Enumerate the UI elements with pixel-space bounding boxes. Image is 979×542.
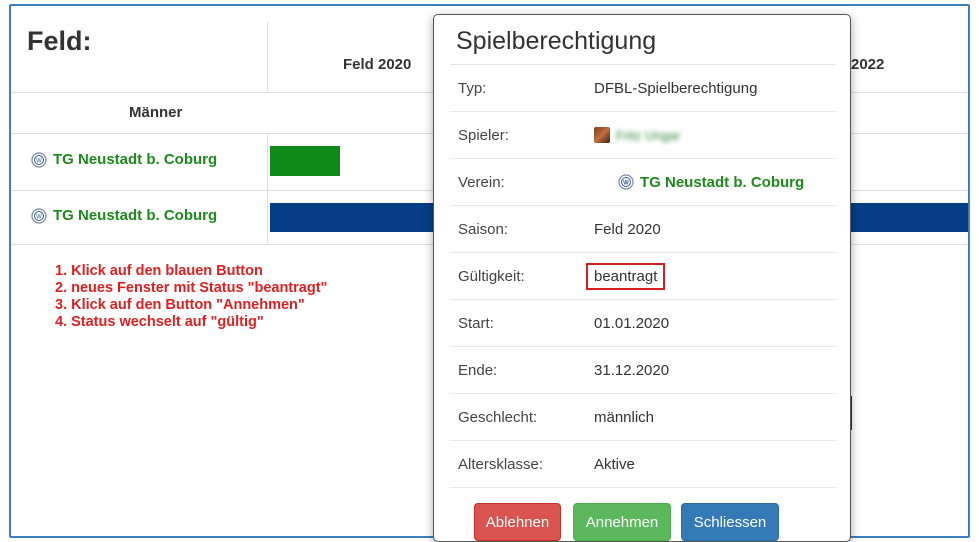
field-row-validity: Gültigkeit: beantragt <box>450 253 836 300</box>
field-value-start: 01.01.2020 <box>594 314 670 332</box>
field-row-age-class: Altersklasse: Aktive <box>450 441 836 488</box>
field-value-validity: beantragt <box>586 262 666 290</box>
field-value-type: DFBL-Spielberechtigung <box>594 79 758 97</box>
field-row-player: Spieler: Fritz Ungar <box>450 112 836 159</box>
column-divider <box>267 133 268 244</box>
instruction-list: 1. Klick auf den blauen Button 2. neues … <box>55 263 327 331</box>
column-divider <box>267 22 268 92</box>
field-label: Verein: <box>458 173 505 191</box>
status-badge: beantragt <box>586 262 666 290</box>
instruction-step-3: 3. Klick auf den Button "Annehmen" <box>55 297 305 313</box>
field-label: Spieler: <box>458 126 509 144</box>
season-header-2022: 2022 <box>851 56 885 73</box>
field-label: Typ: <box>458 79 487 97</box>
field-value-end: 31.12.2020 <box>594 361 670 379</box>
svg-text:W: W <box>623 181 629 187</box>
field-row-end: Ende: 31.12.2020 <box>450 347 836 394</box>
field-label: Altersklasse: <box>458 455 544 473</box>
club-name-link[interactable]: TG Neustadt b. Coburg <box>53 207 217 224</box>
field-row-club: Verein: W TG Neustadt b. Coburg <box>450 159 836 206</box>
club-name-link[interactable]: TG Neustadt b. Coburg <box>53 151 217 168</box>
gender-header: Männer <box>129 104 183 121</box>
field-value-player: Fritz Ungar <box>594 127 680 143</box>
field-row-gender: Geschlecht: männlich <box>450 394 836 441</box>
club-row-1: W TG Neustadt b. Coburg <box>31 151 217 168</box>
instruction-step-4: 4. Status wechselt auf "gültig" <box>55 314 264 330</box>
instruction-step-2: 2. neues Fenster mit Status "beantragt" <box>55 280 328 296</box>
avatar-icon <box>594 127 610 143</box>
field-label: Geschlecht: <box>458 408 538 426</box>
season-header-2020: Feld 2020 <box>343 56 412 73</box>
modal-title: Spielberechtigung <box>456 27 657 55</box>
svg-text:W: W <box>36 158 42 164</box>
close-button[interactable]: Schliessen <box>681 503 779 541</box>
field-value-age-class: Aktive <box>594 455 635 473</box>
club-crest-icon: W <box>618 174 634 190</box>
reject-button[interactable]: Ablehnen <box>474 503 561 541</box>
field-label: Saison: <box>458 220 509 238</box>
field-row-start: Start: 01.01.2020 <box>450 300 836 347</box>
eligibility-bar-green[interactable] <box>270 146 340 176</box>
field-row-type: Typ: DFBL-Spielberechtigung <box>450 65 836 112</box>
accept-button[interactable]: Annehmen <box>573 503 671 541</box>
field-value-season: Feld 2020 <box>594 220 661 238</box>
club-crest-icon: W <box>31 151 47 168</box>
field-label: Start: <box>458 314 494 332</box>
field-label: Gültigkeit: <box>458 267 525 285</box>
club-row-2: W TG Neustadt b. Coburg <box>31 207 217 224</box>
field-value-club: W TG Neustadt b. Coburg <box>618 174 804 191</box>
club-name-link[interactable]: TG Neustadt b. Coburg <box>640 174 804 191</box>
field-row-season: Saison: Feld 2020 <box>450 206 836 253</box>
club-crest-icon: W <box>31 207 47 224</box>
field-label: Ende: <box>458 361 498 379</box>
svg-text:W: W <box>36 214 42 220</box>
instruction-step-1: 1. Klick auf den blauen Button <box>55 263 263 279</box>
field-value-gender: männlich <box>594 408 655 426</box>
eligibility-modal: Spielberechtigung Typ: DFBL-Spielberecht… <box>433 14 851 542</box>
page-title: Feld: <box>27 26 92 56</box>
player-name-blurred[interactable]: Fritz Ungar <box>616 128 680 143</box>
